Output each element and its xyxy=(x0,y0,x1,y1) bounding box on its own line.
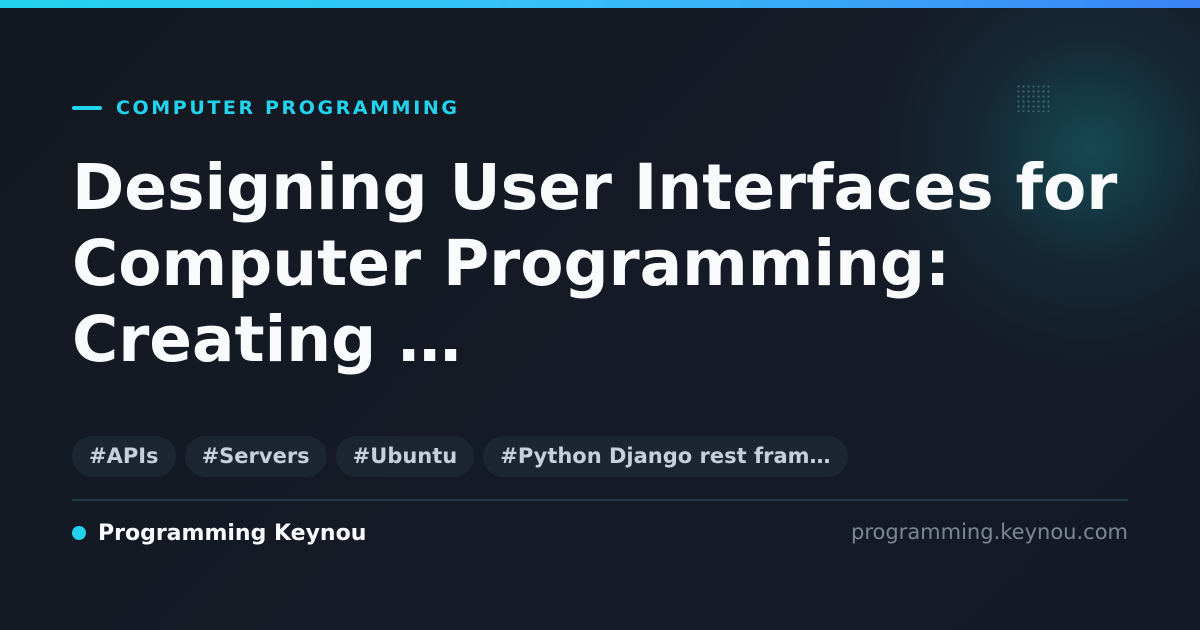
social-card: COMPUTER PROGRAMMING Designing User Inte… xyxy=(0,0,1200,630)
dot-pattern xyxy=(1016,84,1052,112)
tag-python-django[interactable]: #Python Django rest fram… xyxy=(483,436,848,477)
top-accent-bar xyxy=(0,0,1200,8)
category-eyebrow: COMPUTER PROGRAMMING xyxy=(72,96,460,120)
site-url[interactable]: programming.keynou.com xyxy=(851,520,1128,544)
brand-dot-icon xyxy=(72,526,86,540)
eyebrow-accent-line xyxy=(72,106,102,110)
tag-apis[interactable]: #APIs xyxy=(72,436,176,477)
brand: Programming Keynou xyxy=(72,518,366,548)
tag-servers[interactable]: #Servers xyxy=(184,436,327,477)
page-title: Designing User Interfaces for Computer P… xyxy=(72,151,1118,376)
category-label: COMPUTER PROGRAMMING xyxy=(116,97,460,119)
brand-name: Programming Keynou xyxy=(98,520,367,546)
footer-divider xyxy=(72,499,1128,501)
tag-list: #APIs #Servers #Ubuntu #Python Django re… xyxy=(72,436,848,477)
tag-ubuntu[interactable]: #Ubuntu xyxy=(335,436,475,477)
